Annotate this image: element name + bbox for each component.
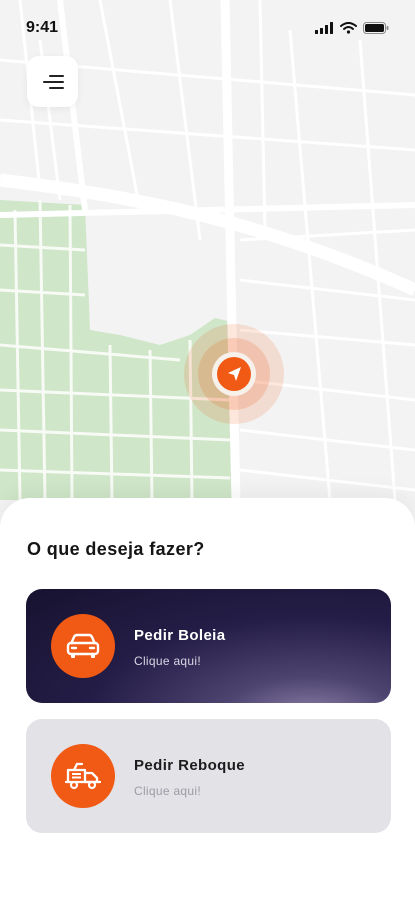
car-icon xyxy=(51,614,115,678)
request-ride-card[interactable]: Pedir Boleia Clique aqui! xyxy=(26,589,391,703)
signal-icon xyxy=(315,22,333,34)
battery-icon xyxy=(363,22,389,34)
card-subtitle: Clique aqui! xyxy=(134,784,201,798)
card-title: Pedir Boleia xyxy=(134,627,226,644)
request-tow-card[interactable]: Pedir Reboque Clique aqui! xyxy=(26,719,391,833)
action-sheet: O que deseja fazer? Pedir Boleia Clique … xyxy=(0,498,415,900)
menu-button[interactable] xyxy=(27,56,78,107)
status-time: 9:41 xyxy=(26,19,59,36)
current-location-marker[interactable] xyxy=(183,323,285,425)
status-icons xyxy=(315,22,389,34)
wifi-icon xyxy=(340,22,357,34)
sheet-title: O que deseja fazer? xyxy=(27,539,205,559)
card-subtitle: Clique aqui! xyxy=(134,654,201,668)
status-bar: 9:41 xyxy=(0,0,415,56)
tow-truck-icon xyxy=(51,744,115,808)
menu-icon xyxy=(42,74,64,89)
location-pulse xyxy=(184,324,284,424)
card-title: Pedir Reboque xyxy=(134,757,246,774)
